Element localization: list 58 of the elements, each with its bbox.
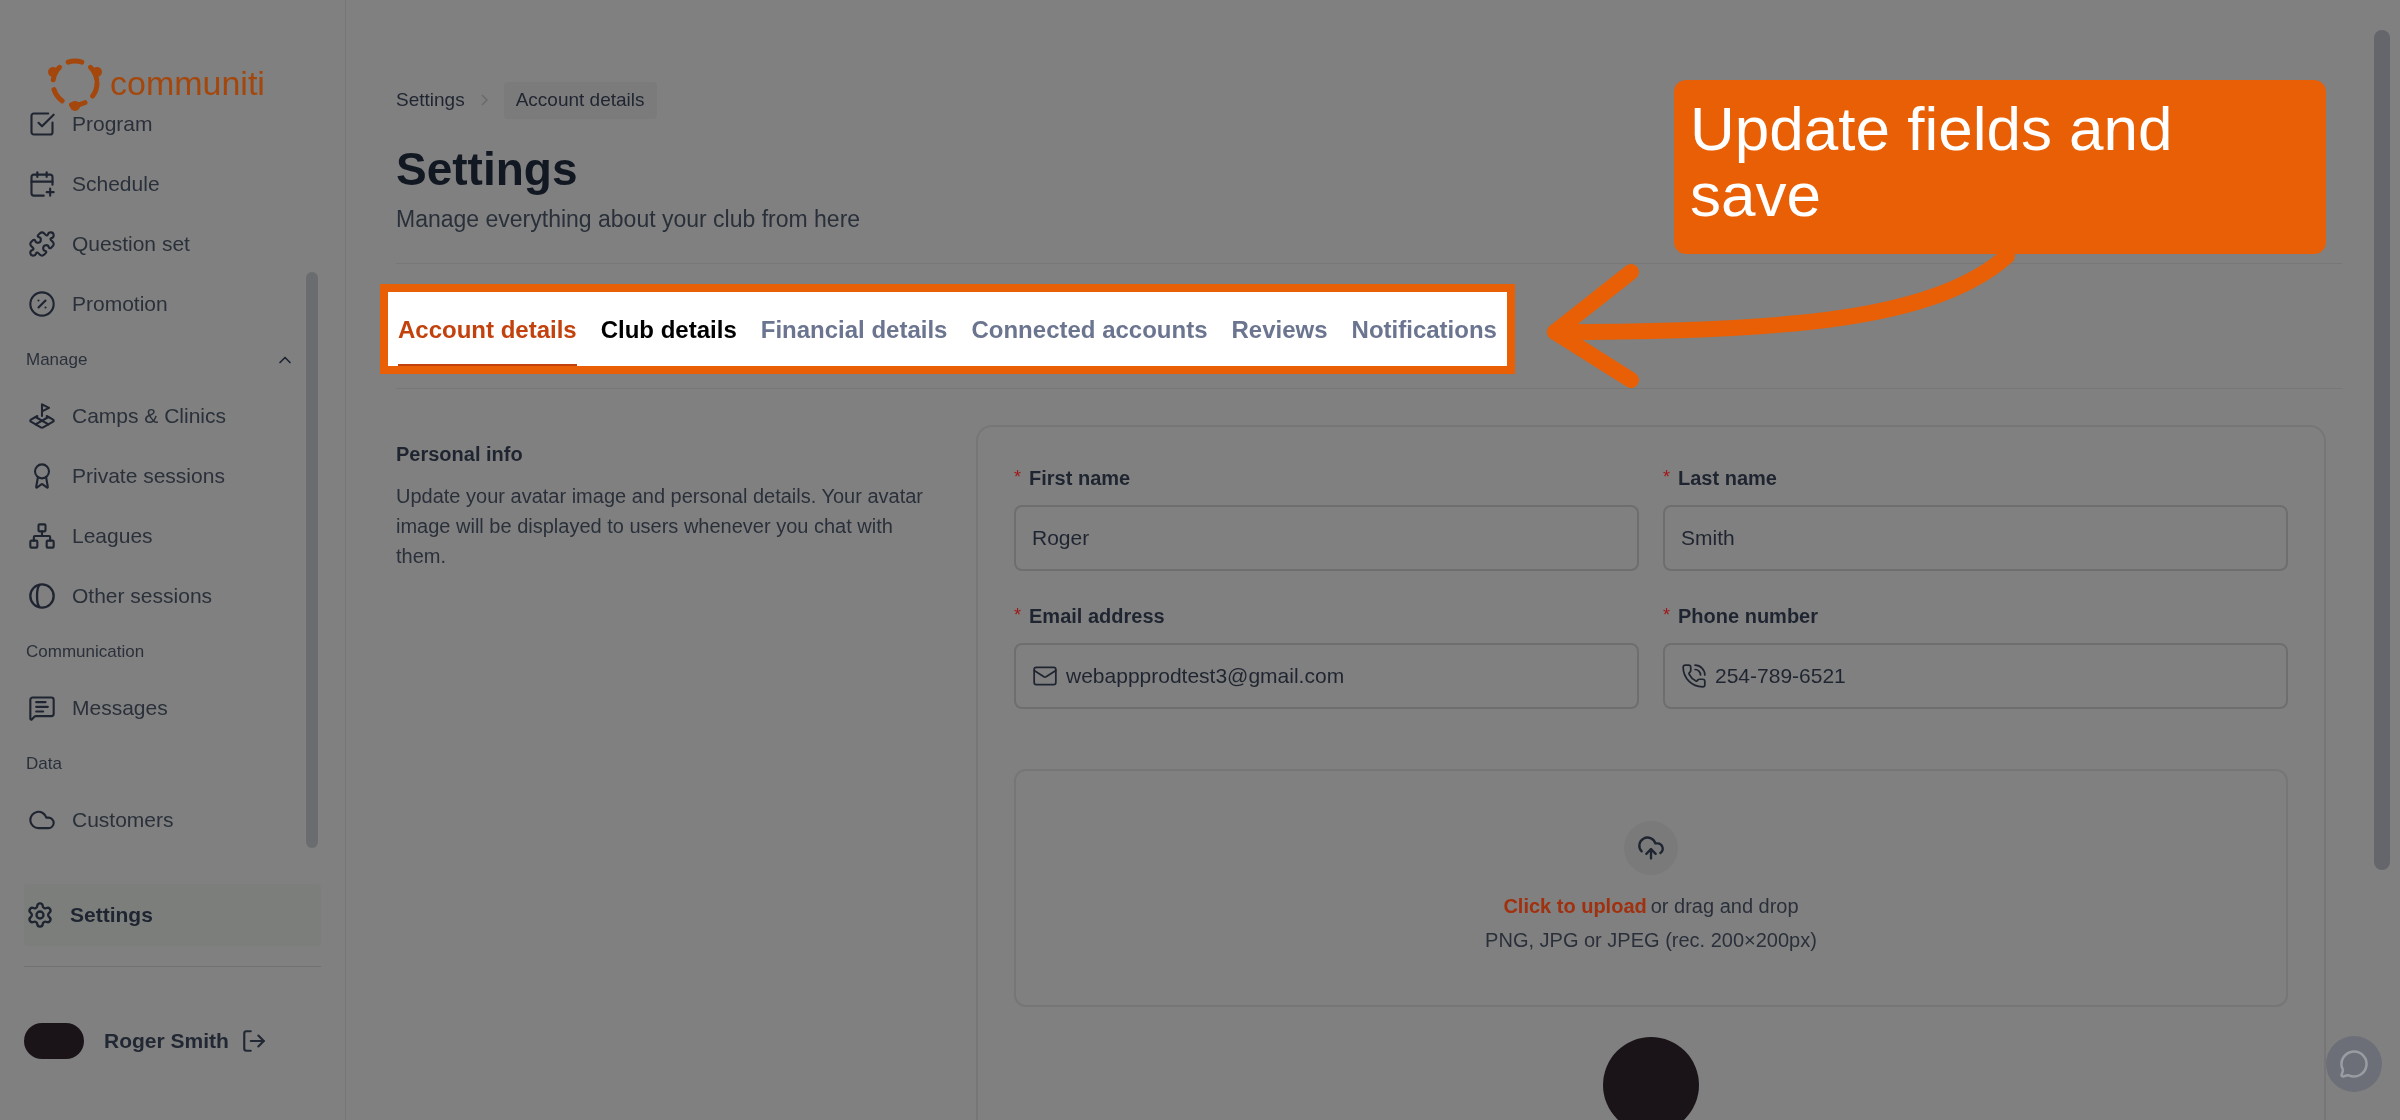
menu-icon (28, 230, 56, 258)
tab[interactable]: Financial details (760, 291, 948, 366)
section-heading: Manage (26, 349, 88, 372)
tab[interactable]: Account details (398, 291, 577, 366)
field-label: Email address (1029, 603, 1165, 629)
section-heading: Communication (26, 641, 145, 664)
avatar-image (24, 1023, 84, 1059)
required-mark: * (1663, 604, 1670, 627)
menu-icon (28, 170, 56, 198)
tab[interactable]: Notifications (1351, 291, 1497, 366)
sidebar-item[interactable]: Camps & Clinics (0, 386, 305, 446)
upload-icon (1637, 833, 1665, 862)
tab[interactable]: Connected accounts (971, 291, 1208, 366)
sidebar-item[interactable]: Question set (0, 214, 305, 274)
required-mark: * (1014, 604, 1021, 627)
page-title: Settings (396, 141, 579, 197)
page-scrollbar[interactable] (2374, 30, 2390, 870)
sidebar-item[interactable]: Messages (0, 678, 305, 738)
logout-icon[interactable] (240, 1028, 267, 1054)
menu-icon (28, 522, 56, 550)
sidebar-item[interactable]: Customers (0, 790, 305, 850)
sidebar-item[interactable]: Leagues (0, 506, 305, 566)
tab[interactable]: Reviews (1231, 291, 1328, 366)
input-field[interactable]: Smith (1663, 504, 2288, 571)
user-name: Roger Smith (104, 1028, 229, 1055)
menu-icon (28, 582, 56, 610)
breadcrumb-current: Account details (503, 82, 657, 119)
settings-item[interactable]: Settings (24, 884, 321, 946)
sidebar-item[interactable]: Private sessions (0, 446, 305, 506)
breadcrumb-link[interactable]: Settings (396, 86, 465, 115)
upload-dropzone[interactable]: Click to upload or drag and drop PNG, JPG or JPEG (rec. 200×200px) (1014, 768, 2288, 1007)
settings-icon (26, 901, 54, 929)
menu-icon (28, 402, 56, 430)
field-label: First name (1029, 465, 1131, 491)
sidebar-item[interactable]: Other sessions (0, 566, 305, 626)
section-heading: Data (26, 753, 62, 776)
chat-button[interactable] (2326, 1036, 2382, 1092)
input-field[interactable]: Roger (1014, 504, 1639, 571)
input-field[interactable]: 254-789-6521 (1663, 642, 2288, 709)
phone-icon (1681, 662, 1707, 689)
menu-icon (28, 110, 56, 138)
sidebar-item[interactable]: Schedule (0, 154, 305, 214)
field-label: Last name (1678, 465, 1777, 491)
upload-hint: PNG, JPG or JPEG (rec. 200×200px) (1485, 927, 1817, 953)
input-field[interactable]: webappprodtest3@gmail.com (1014, 642, 1639, 709)
menu-icon (28, 694, 56, 722)
page-subtitle: Manage everything about your club from here (396, 205, 862, 234)
menu-icon (28, 290, 56, 318)
section-description: Update your avatar image and personal details. Your avatar image will be displayed to users whenever you chat with them. (396, 483, 924, 569)
chat-icon (2339, 1049, 2369, 1079)
required-mark: * (1663, 466, 1670, 489)
sidebar-item[interactable]: Promotion (0, 274, 305, 334)
field-label: Phone number (1678, 603, 1819, 629)
required-mark: * (1014, 466, 1021, 489)
tab[interactable]: Club details (600, 291, 737, 366)
callout: Update fields and save (1674, 80, 2326, 254)
section-heading: Personal info (396, 441, 524, 467)
upload-text: or drag and drop (1650, 893, 1799, 919)
